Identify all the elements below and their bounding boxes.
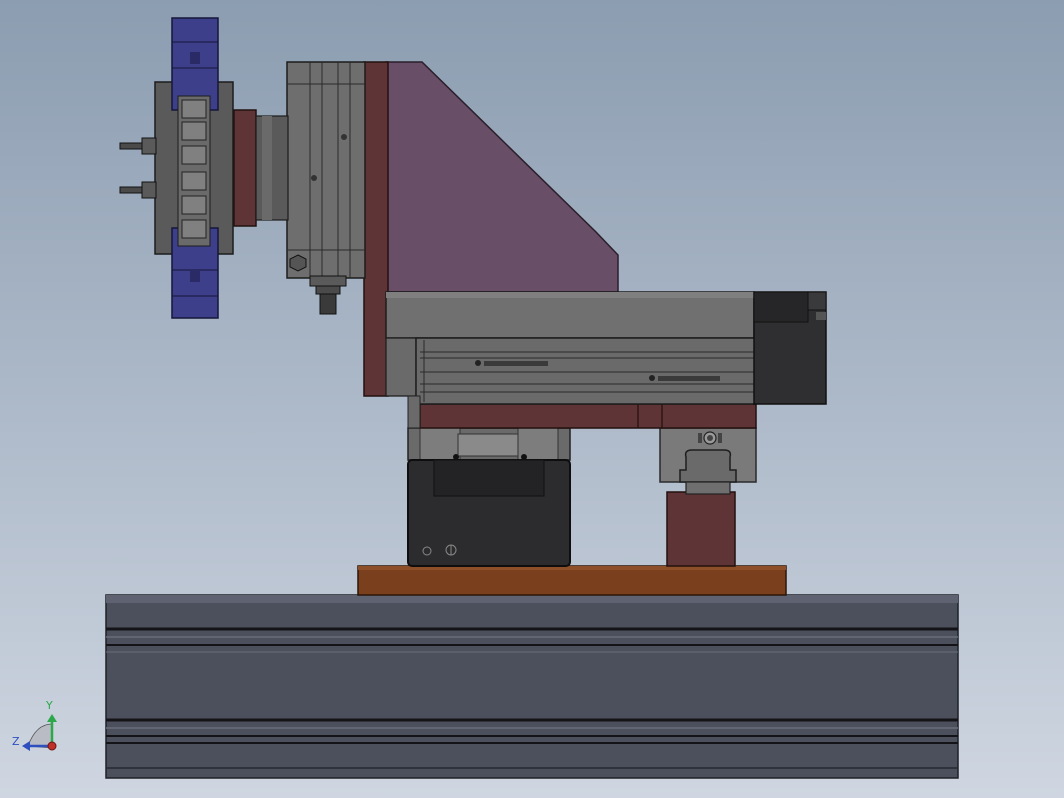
servo-motor[interactable]: [407, 427, 571, 567]
cylinder-block[interactable]: [286, 61, 366, 315]
gripper-wheel[interactable]: [119, 17, 234, 319]
support-column[interactable]: [666, 491, 736, 567]
rotary-coupling[interactable]: [233, 109, 289, 227]
triad-z-label: Z: [12, 735, 20, 748]
cad-viewport[interactable]: Y Z: [0, 0, 1064, 798]
aluminum-profile-rail[interactable]: [105, 594, 959, 779]
x-axis-icon: [47, 741, 57, 751]
slide-end-cap[interactable]: [753, 291, 827, 405]
orientation-triad[interactable]: [22, 714, 57, 751]
mount-plate[interactable]: [357, 565, 787, 596]
gusset-bracket[interactable]: [385, 61, 619, 293]
triad-y-label: Y: [46, 699, 53, 712]
vertical-upright[interactable]: [363, 61, 389, 397]
slide-base-bar[interactable]: [419, 403, 757, 429]
guide-carriage[interactable]: [659, 427, 757, 495]
cad-model-scene[interactable]: [0, 0, 1064, 798]
